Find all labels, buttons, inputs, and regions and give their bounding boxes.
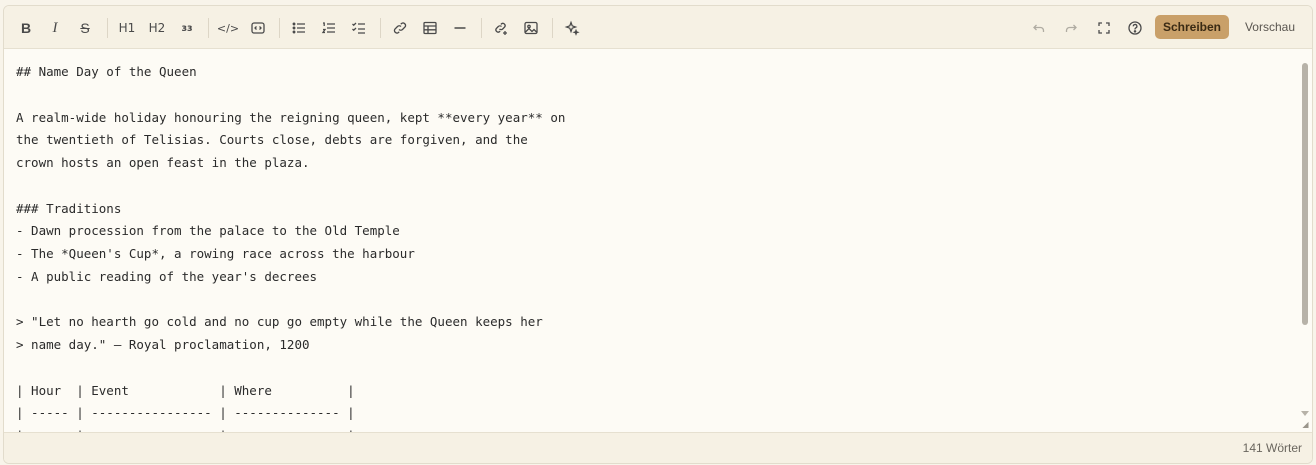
horizontal-rule-icon <box>454 27 466 29</box>
code-block-icon <box>251 22 265 34</box>
italic-button[interactable]: I <box>42 15 68 41</box>
toolbar-divider <box>380 18 381 38</box>
status-bar: 141 Wörter <box>4 432 1312 463</box>
toolbar-divider <box>481 18 482 38</box>
heading-2-button[interactable]: H2 <box>144 15 170 41</box>
undo-button[interactable] <box>1026 15 1052 41</box>
redo-button[interactable] <box>1058 15 1084 41</box>
task-list-button[interactable] <box>346 15 372 41</box>
help-icon <box>1128 21 1142 35</box>
redo-icon <box>1065 24 1077 32</box>
link-icon <box>393 22 407 34</box>
heading-1-button[interactable]: H1 <box>114 15 140 41</box>
vertical-scrollbar[interactable] <box>1299 49 1312 432</box>
link-button[interactable] <box>387 15 413 41</box>
toolbar-divider <box>107 18 108 38</box>
markdown-editor: B I S H1 H2 ɜɜ </> Schreiben Vorschau ##… <box>3 5 1313 464</box>
bold-button[interactable]: B <box>13 15 39 41</box>
fullscreen-button[interactable] <box>1091 15 1117 41</box>
table-button[interactable] <box>417 15 443 41</box>
editor-line: - The *Queen's Cup*, a rowing race acros… <box>16 246 415 261</box>
write-mode-tab[interactable]: Schreiben <box>1155 15 1229 39</box>
numbered-list-icon <box>321 22 335 34</box>
editor-line: - Dawn procession from the palace to the… <box>16 223 400 238</box>
scroll-down-arrow-icon[interactable] <box>1301 411 1309 416</box>
toolbar-divider <box>279 18 280 38</box>
undo-icon <box>1033 24 1045 32</box>
editor-line: > name day." — Royal proclamation, 1200 <box>16 337 310 352</box>
editor-line: ### Traditions <box>16 201 122 216</box>
editor-line: | ----- | ---------------- | -----------… <box>16 405 355 420</box>
bullet-list-button[interactable] <box>286 15 312 41</box>
sparkle-icon <box>564 20 580 36</box>
table-icon <box>423 21 437 35</box>
resize-grip-icon[interactable]: ◢ <box>1301 420 1310 429</box>
strikethrough-button[interactable]: S <box>72 15 98 41</box>
word-count: 141 Wörter <box>1242 441 1302 455</box>
insert-link-entry-button[interactable] <box>488 15 514 41</box>
preview-mode-tab[interactable]: Vorschau <box>1235 15 1305 39</box>
toolbar-divider <box>552 18 553 38</box>
horizontal-rule-button[interactable] <box>447 15 473 41</box>
link-plus-icon <box>495 22 507 35</box>
code-block-button[interactable] <box>245 15 271 41</box>
editor-line: > "Let no hearth go cold and no cup go e… <box>16 314 543 329</box>
editor-line: crown hosts an open feast in the plaza. <box>16 155 310 170</box>
markdown-textarea[interactable]: ## Name Day of the Queen A realm-wide ho… <box>4 49 1296 432</box>
heading-3-button[interactable]: ɜɜ <box>174 15 200 41</box>
toolbar-divider <box>208 18 209 38</box>
fullscreen-icon <box>1098 22 1110 34</box>
editor-toolbar: B I S H1 H2 ɜɜ </> Schreiben Vorschau <box>4 6 1312 49</box>
help-button[interactable] <box>1122 15 1148 41</box>
checklist-icon <box>352 22 365 34</box>
editor-line: ## Name Day of the Queen <box>16 64 197 79</box>
scrollbar-thumb[interactable] <box>1302 63 1308 325</box>
bullet-list-icon <box>292 22 305 34</box>
editor-line: the twentieth of Telisias. Courts close,… <box>16 132 528 147</box>
editor-line: | ----- | ---------------- | -----------… <box>16 425 355 432</box>
editor-line: | Hour | Event | Where | <box>16 383 355 398</box>
numbered-list-button[interactable] <box>316 15 342 41</box>
ai-assist-button[interactable] <box>559 15 585 41</box>
inline-code-button[interactable]: </> <box>215 15 241 41</box>
editor-line: - A public reading of the year's decrees <box>16 269 318 284</box>
image-icon <box>524 21 538 35</box>
image-button[interactable] <box>518 15 544 41</box>
editor-line: A realm-wide holiday honouring the reign… <box>16 110 566 125</box>
